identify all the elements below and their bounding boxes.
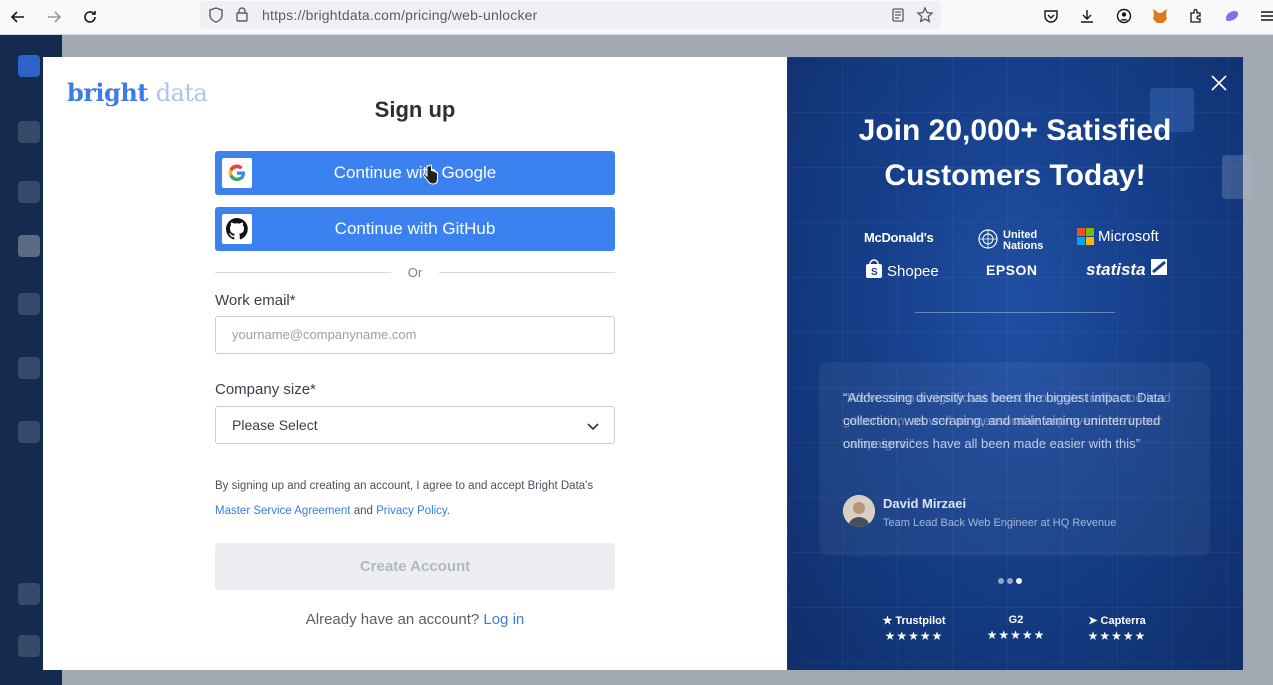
menu-icon[interactable]	[1256, 5, 1273, 27]
carousel-dot-active[interactable]	[1016, 578, 1022, 584]
create-account-button[interactable]: Create Account	[215, 543, 615, 590]
continue-github-button[interactable]: Continue with GitHub	[215, 207, 615, 251]
terms-sentence: By signing up and creating an account, I…	[215, 480, 594, 492]
forward-button[interactable]	[42, 5, 66, 29]
carousel-dot[interactable]	[998, 578, 1004, 584]
rail-home-icon	[18, 121, 40, 143]
url-host: https://brightdata.com	[262, 7, 402, 23]
capterra-arrow-icon: ➤	[1088, 615, 1098, 627]
headline-line1: Join 20,000+ Satisfied	[858, 114, 1172, 147]
headline-line2: Customers Today!	[884, 159, 1146, 192]
bookmark-star-icon[interactable]	[916, 6, 934, 29]
assistant-icon[interactable]	[1221, 5, 1243, 27]
statista-logo: statista	[1086, 259, 1167, 280]
un-emblem-icon	[977, 228, 999, 253]
terms-and: and	[353, 505, 373, 517]
rail-logo-icon	[18, 55, 40, 77]
logo-data: data	[155, 79, 208, 107]
company-size-label: Company size*	[215, 381, 316, 398]
extensions-icon[interactable]	[1185, 5, 1207, 27]
metamask-icon[interactable]	[1149, 5, 1171, 27]
rail-proxy-icon	[18, 181, 40, 203]
carousel-dots[interactable]	[998, 571, 1025, 589]
continue-github-label: Continue with GitHub	[334, 219, 496, 238]
capterra-stars: ★★★★★	[1087, 629, 1147, 643]
microsoft-logo: Microsoft	[1077, 228, 1159, 245]
g2-name: G2	[1008, 614, 1024, 626]
capterra-label: Capterra	[1100, 615, 1146, 627]
terms-text: By signing up and creating an account, I…	[215, 474, 625, 524]
shopee-text: Shopee	[887, 262, 939, 280]
statista-text: statista	[1086, 259, 1146, 279]
svg-text:S: S	[871, 267, 878, 278]
shopee-bag-icon: S	[865, 259, 883, 283]
united-nations-logo: United Nations	[977, 228, 1043, 253]
chevron-down-icon	[586, 419, 600, 438]
address-bar[interactable]: https://brightdata.com/pricing/web-unloc…	[200, 1, 941, 29]
rail-active-icon	[18, 235, 40, 257]
bright-data-logo[interactable]: bright data	[67, 78, 208, 107]
or-divider: Or	[215, 264, 615, 282]
master-service-agreement-link[interactable]: Master Service Agreement	[215, 505, 351, 517]
close-icon[interactable]	[1208, 72, 1230, 94]
privacy-policy-link[interactable]: Privacy Policy.	[376, 505, 450, 517]
browser-toolbar: https://brightdata.com/pricing/web-unloc…	[0, 0, 1273, 35]
shield-icon[interactable]	[208, 7, 224, 28]
back-button[interactable]	[6, 5, 30, 29]
or-line-right	[439, 272, 615, 273]
g2-rating: G2 ★★★★★	[980, 614, 1052, 642]
trustpilot-stars: ★★★★★	[884, 629, 944, 643]
lock-icon[interactable]	[234, 6, 250, 27]
work-email-label: Work email*	[215, 292, 296, 309]
account-icon[interactable]	[1113, 5, 1135, 27]
rail-data-icon	[18, 293, 40, 315]
hand-cursor-icon	[422, 164, 440, 191]
trustpilot-rating: ★ Trustpilot ★★★★★	[878, 614, 950, 643]
trustpilot-name: ★ Trustpilot	[878, 614, 950, 627]
continue-google-button[interactable]: Continue with Google	[215, 151, 615, 195]
logo-bright: bright	[67, 78, 148, 107]
statista-mark-icon	[1150, 259, 1167, 280]
login-link[interactable]: Log in	[483, 611, 524, 628]
shopee-logo: S Shopee	[865, 259, 939, 283]
url-text: https://brightdata.com/pricing/web-unloc…	[262, 7, 538, 23]
github-icon	[222, 214, 252, 244]
testimonial-quote: “Addressing diversity has been the bigge…	[843, 390, 1165, 451]
pocket-icon[interactable]	[1040, 5, 1062, 27]
downloads-icon[interactable]	[1076, 5, 1098, 27]
un-line2: Nations	[1003, 239, 1044, 252]
trustpilot-star-icon: ★	[882, 615, 893, 627]
un-text: United Nations	[1003, 229, 1044, 252]
work-email-placeholder: yourname@companyname.com	[232, 327, 417, 342]
capterra-name: ➤ Capterra	[1081, 614, 1153, 627]
rail-stats-icon	[18, 421, 40, 443]
company-size-value: Please Select	[232, 417, 318, 433]
promo-divider	[915, 312, 1115, 313]
rail-settings-icon	[18, 357, 40, 379]
testimonial-name: David Mirzaei	[883, 496, 967, 511]
url-path: /pricing/web-unlocker	[401, 7, 538, 23]
trustpilot-label: Trustpilot	[895, 615, 946, 627]
continue-google-label: Continue with Google	[333, 163, 497, 182]
promo-headline: Join 20,000+ Satisfied Customers Today!	[787, 108, 1243, 198]
capterra-rating: ➤ Capterra ★★★★★	[1081, 614, 1153, 643]
g2-stars: ★★★★★	[986, 628, 1046, 642]
microsoft-text: Microsoft	[1098, 228, 1159, 245]
work-email-input[interactable]: yourname@companyname.com	[215, 316, 615, 354]
reload-button[interactable]	[78, 5, 102, 29]
rail-account-icon	[18, 635, 40, 657]
avatar	[843, 495, 875, 527]
mcdonalds-logo: McDonald's	[864, 230, 934, 245]
testimonial-role: Team Lead Back Web Engineer at HQ Revenu…	[883, 517, 1117, 529]
epson-logo: EPSON	[986, 262, 1038, 278]
login-prompt: Already have an account? Log in	[215, 611, 615, 628]
google-icon	[222, 158, 252, 188]
page-title: Sign up	[374, 97, 456, 122]
rail-help-icon	[18, 583, 40, 605]
microsoft-squares-icon	[1077, 228, 1094, 245]
have-account-text: Already have an account?	[305, 611, 480, 628]
company-size-select[interactable]: Please Select	[215, 406, 615, 444]
reader-view-icon[interactable]	[890, 7, 906, 28]
carousel-dot[interactable]	[1007, 578, 1013, 584]
